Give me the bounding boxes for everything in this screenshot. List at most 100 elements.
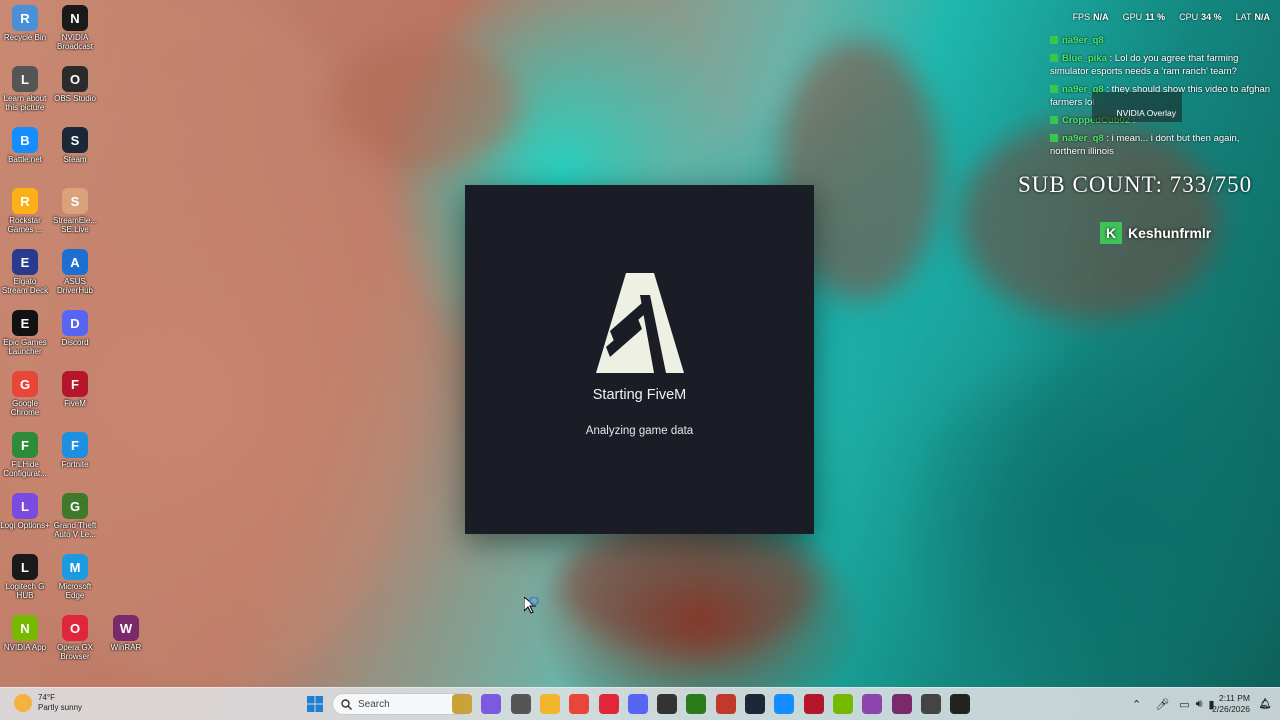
notification-bell-icon[interactable]: 🔔︎ xyxy=(1258,694,1272,714)
edge-icon: M xyxy=(62,554,88,580)
desktop-icon[interactable]: L Logitech G HUB xyxy=(0,554,50,600)
dialog-title: Starting FiveM xyxy=(592,387,687,403)
taskbar-clock[interactable]: 2:11 PM 2/26/2026 xyxy=(1212,693,1250,715)
fortnite-icon: F xyxy=(62,432,88,458)
desktop-icon[interactable]: N NVIDIA Broadcast xyxy=(50,5,100,51)
nvidia-app-icon: N xyxy=(12,615,38,641)
desktop-icon-label: StreamEle... SE.Live xyxy=(52,216,97,234)
desktop-icon-label: Epic Games Launcher xyxy=(3,338,47,356)
desktop-icon[interactable]: R Recycle Bin xyxy=(0,5,50,42)
desktop-icon[interactable]: E Elgato Stream Deck xyxy=(0,249,50,295)
recycle-bin-icon: R xyxy=(12,5,38,31)
desktop-icon[interactable]: L Logi Options+ xyxy=(0,493,50,530)
desktop-icon-label: Grand Theft Auto V Le... xyxy=(53,521,97,539)
desktop-icon-label: Steam xyxy=(63,155,87,164)
chat-message: Blue_pika : Lol do you agree that farmin… xyxy=(1050,53,1239,77)
streamelements-icon: S xyxy=(62,188,88,214)
nvidia-broadcast-icon[interactable] xyxy=(686,694,707,714)
desktop-icon-label: ASUS DriverHub xyxy=(56,277,93,295)
desktop-icon[interactable]: S Steam xyxy=(50,127,100,164)
desktop-icon-label: Fortnite xyxy=(61,460,89,469)
logi-icon[interactable] xyxy=(950,694,971,714)
desktop-icon-label: Rockstar Games ... xyxy=(7,216,43,234)
network-icon[interactable]: ▭ xyxy=(1179,698,1189,711)
follower-alert: K Keshunfrmlr xyxy=(1100,222,1211,244)
desktop-icon[interactable]: D Discord xyxy=(50,310,100,347)
gpu-stat: GPU 11 % xyxy=(1122,12,1166,22)
streamdeck-icon: E xyxy=(12,249,38,275)
settings-icon[interactable] xyxy=(510,694,531,714)
obs-icon[interactable] xyxy=(657,694,678,714)
volume-icon[interactable]: 🔊︎ xyxy=(1196,698,1203,711)
desktop-icon[interactable]: M Microsoft Edge xyxy=(50,554,100,600)
desktop-icon[interactable]: N NVIDIA App xyxy=(0,615,50,652)
chat-message: na9er_q8 : i mean... i dont but then aga… xyxy=(1050,133,1240,157)
desktop-icon-label: FiveM xyxy=(64,399,86,408)
ghub-icon[interactable] xyxy=(920,694,941,714)
weather-widget[interactable]: 74°F Partly sunny xyxy=(14,693,82,713)
desktop-icon-label: Learn about this picture xyxy=(3,94,47,112)
chat-badge-icon xyxy=(1050,54,1058,63)
task-view-icon[interactable] xyxy=(452,694,472,714)
desktop-icon[interactable]: F FiveM xyxy=(50,371,100,408)
performance-overlay: FPS N/A GPU 11 % CPU 34 % LAT N/A xyxy=(1073,12,1270,22)
nvidia-overlay-badge: NVIDIA Overlay xyxy=(1092,92,1182,122)
file-explorer-icon[interactable] xyxy=(539,694,560,714)
opera-icon[interactable] xyxy=(598,694,619,714)
gta-icon: G xyxy=(62,493,88,519)
desktop-icon-label: NVIDIA App xyxy=(3,643,47,652)
asus-driverhub-icon: A xyxy=(62,249,88,275)
winrar-icon[interactable] xyxy=(891,694,912,714)
copilot-icon[interactable] xyxy=(481,694,502,714)
fivem-logo-icon xyxy=(595,273,684,373)
battlenet-icon[interactable] xyxy=(774,694,795,714)
desktop-icon[interactable]: W WinRAR xyxy=(101,615,151,652)
mouse-cursor-icon xyxy=(524,597,539,614)
cpu-stat: CPU 34 % xyxy=(1179,12,1222,22)
chrome-icon[interactable] xyxy=(569,694,590,714)
desktop-icon[interactable]: L Learn about this picture xyxy=(0,66,50,112)
chevron-up-icon[interactable]: ⌃ xyxy=(1132,698,1141,711)
chat-badge-icon xyxy=(1050,36,1058,45)
nvidia-app-icon[interactable] xyxy=(832,694,853,714)
desktop-icon[interactable]: S StreamEle... SE.Live xyxy=(50,188,100,234)
weather-temp: 74°F xyxy=(38,693,55,702)
desktop-icon[interactable]: E Epic Games Launcher xyxy=(0,310,50,356)
fivem-icon[interactable] xyxy=(803,694,824,714)
discord-icon[interactable] xyxy=(627,694,648,714)
steam-icon[interactable] xyxy=(745,694,765,714)
taskbar-search[interactable]: Search xyxy=(332,693,472,715)
search-icon xyxy=(341,698,352,710)
fivem-startup-dialog: Starting FiveM Analyzing game data xyxy=(465,185,814,534)
desktop-icon-label: Recycle Bin xyxy=(3,33,47,42)
desktop-icon[interactable]: G Google Chrome xyxy=(0,371,50,417)
desktop-icon[interactable]: O OBS Studio xyxy=(50,66,100,103)
rockstar-icon[interactable] xyxy=(715,694,736,714)
logi-options-icon: L xyxy=(12,493,38,519)
chat-message: na9er_q8 xyxy=(1050,34,1276,47)
microphone-icon[interactable]: 🎤︎ xyxy=(1155,698,1169,711)
desktop-icon[interactable]: F FiLHide Configurat... xyxy=(0,432,50,478)
desktop-icon[interactable]: O Opera GX Browser xyxy=(50,615,100,661)
desktop-icon[interactable]: G Grand Theft Auto V Le... xyxy=(50,493,100,539)
windows-icon xyxy=(307,696,323,712)
desktop-icon-label: FiLHide Configurat... xyxy=(3,460,47,478)
ghub-icon: L xyxy=(12,554,38,580)
winrar-icon: W xyxy=(113,615,139,641)
battlenet-icon: B xyxy=(12,127,38,153)
desktop-icon-label: Battle.net xyxy=(8,155,42,164)
desktop-icon[interactable]: A ASUS DriverHub xyxy=(50,249,100,295)
start-button[interactable] xyxy=(305,694,325,714)
desktop-icon[interactable]: R Rockstar Games ... xyxy=(0,188,50,234)
fivem-icon: F xyxy=(62,371,88,397)
desktop-icon-label: Microsoft Edge xyxy=(58,582,92,600)
discord-icon: D xyxy=(62,310,88,336)
learn-picture-icon: L xyxy=(12,66,38,92)
desktop-icon[interactable]: F Fortnite xyxy=(50,432,100,469)
desktop-icon-label: OBS Studio xyxy=(54,94,96,103)
desktop-icon[interactable]: B Battle.net xyxy=(0,127,50,164)
media-icon[interactable] xyxy=(862,694,883,714)
kick-icon: K xyxy=(1100,222,1122,244)
nvidia-broadcast-icon: N xyxy=(62,5,88,31)
obs-icon: O xyxy=(62,66,88,92)
